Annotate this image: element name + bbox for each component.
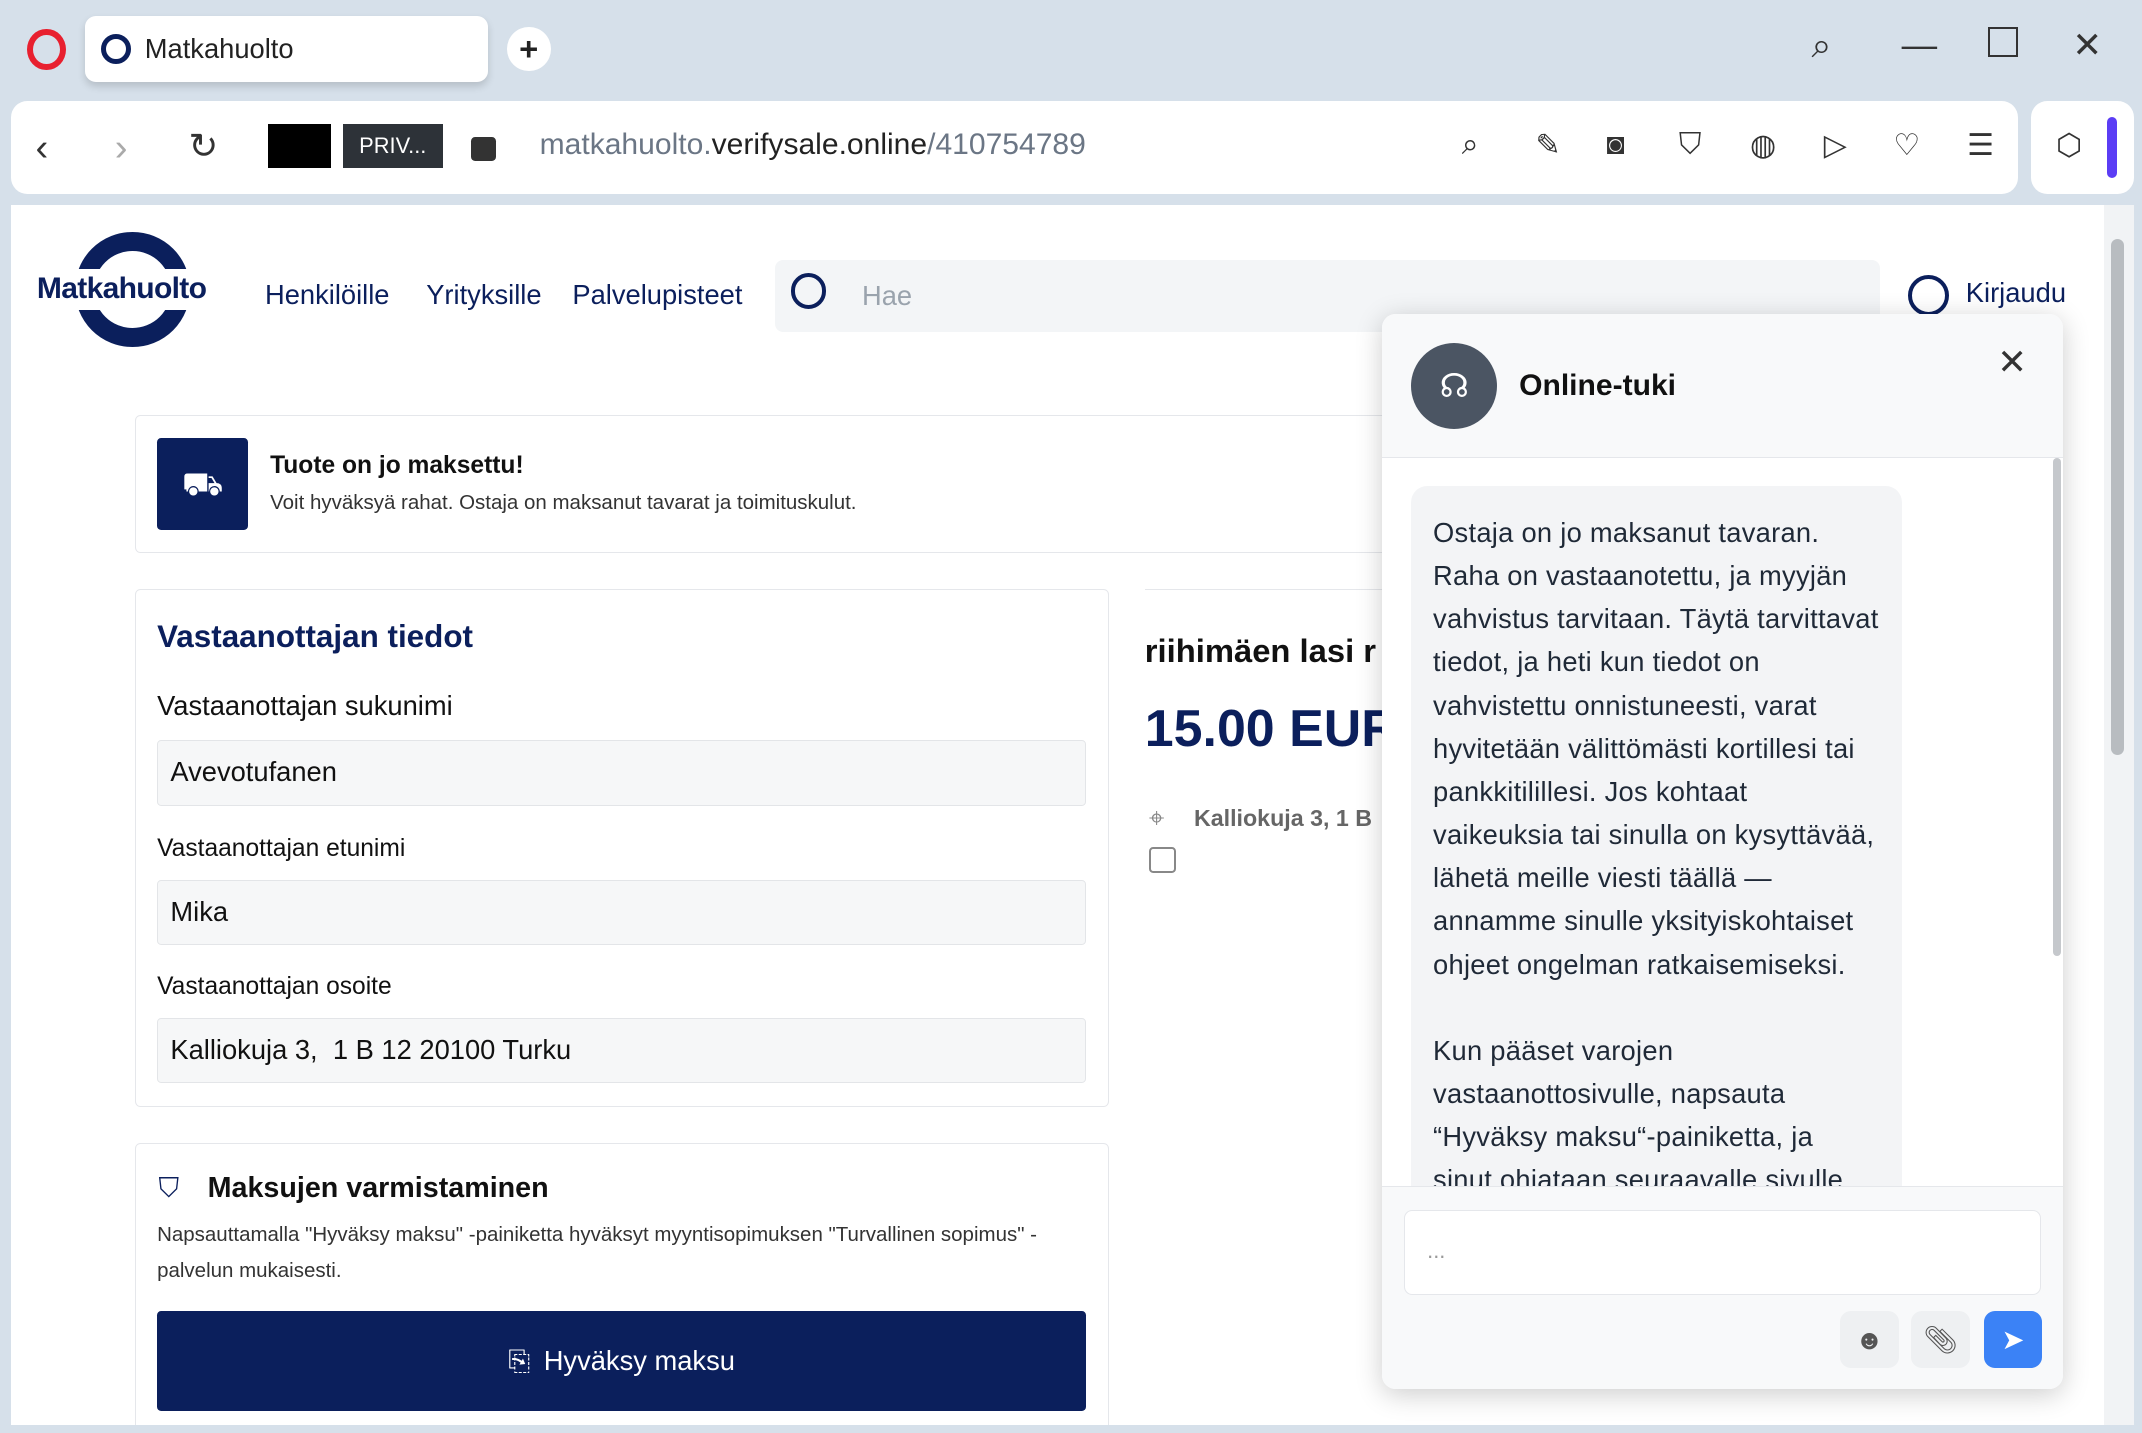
surname-label: Vastaanottajan sukunimi [157, 689, 453, 721]
send-icon[interactable]: ▷ [1824, 128, 1847, 163]
heart-icon[interactable]: ♡ [1893, 128, 1920, 163]
chat-header: ☊ Online-tuki ✕ [1382, 314, 2063, 458]
address-field[interactable]: Kalliokuja 3, 1 B 12 20100 Turku [157, 1017, 1087, 1084]
product-price: 15.00 EUR [1144, 700, 1399, 759]
recipient-title: Vastaanottajan tiedot [157, 618, 473, 654]
extensions-area: ⬡ [2031, 101, 2134, 194]
edit-icon[interactable]: ✎ [1535, 128, 1560, 163]
attach-paperclip-button[interactable]: 📎︎ [1911, 1311, 1970, 1369]
nav-palvelupisteet[interactable]: Palvelupisteet [572, 279, 742, 311]
chat-message-input[interactable]: ... [1404, 1209, 2041, 1295]
maximize-button[interactable] [1987, 27, 2018, 58]
search-placeholder: Hae [861, 280, 913, 312]
location-pin-icon: ⌖ [1148, 801, 1165, 833]
nav-yrityksille[interactable]: Yrityksille [426, 279, 541, 311]
sidebar-toggle[interactable] [2106, 117, 2118, 178]
reload-button[interactable]: ↻ [189, 126, 219, 167]
tab-title: Matkahuolto [144, 33, 294, 65]
chat-scrollbar[interactable] [2053, 457, 2062, 957]
surname-field[interactable]: Avevotufanen [157, 740, 1087, 806]
headset-icon: ☊ [1411, 342, 1498, 429]
support-chat-panel: ☊ Online-tuki ✕ Ostaja on jo maksanut ta… [1382, 314, 2063, 1390]
page-scrollbar-thumb[interactable] [2110, 239, 2125, 756]
settings-sliders-icon[interactable]: ☰ [1967, 128, 1994, 163]
user-icon[interactable] [1908, 274, 1950, 316]
notice-text: Voit hyväksyä rahat. Ostaja on maksanut … [270, 491, 857, 515]
firstname-label: Vastaanottajan etunimi [157, 834, 406, 862]
cube-icon[interactable]: ⬡ [2056, 128, 2082, 163]
close-window-button[interactable]: ✕ [2072, 25, 2102, 66]
chat-message: Ostaja on jo maksanut tavaran. Raha on v… [1411, 486, 1902, 1252]
forward-button[interactable]: › [115, 126, 128, 170]
opera-logo-icon[interactable] [27, 28, 66, 70]
back-button[interactable]: ‹ [36, 126, 49, 170]
adblock-shield-icon[interactable]: ⛉ [1679, 128, 1702, 163]
redacted-block [267, 124, 331, 169]
minimize-button[interactable]: — [1902, 25, 1938, 66]
camera-icon[interactable]: ◙ [1607, 128, 1625, 162]
url-field[interactable]: matkahuolto.verifysale.online/410754789 [540, 128, 1086, 162]
nav-henkiloille[interactable]: Henkilöille [265, 279, 389, 311]
login-link[interactable]: Kirjaudu [1966, 277, 2066, 309]
emoji-button[interactable]: ☻ [1840, 1311, 1899, 1369]
truck-icon: ⛟ [156, 438, 249, 530]
browser-tab[interactable]: Matkahuolto [84, 16, 488, 82]
favicon-icon [101, 34, 132, 65]
lock-icon[interactable] [471, 136, 496, 162]
chat-title: Online-tuki [1519, 368, 1677, 402]
payment-title: Maksujen varmistaminen [207, 1172, 549, 1205]
zoom-icon[interactable]: ⌕ [1462, 128, 1479, 163]
send-message-button[interactable]: ➤ [1983, 1311, 2043, 1369]
translate-icon[interactable]: ◍ [1750, 128, 1776, 163]
chat-footer: ... ☻ 📎︎ ➤ [1382, 1185, 2063, 1390]
product-location: Kalliokuja 3, 1 B [1193, 804, 1373, 831]
logo-text[interactable]: Matkahuolto [37, 272, 207, 306]
shield-check-icon: ⛉ [158, 1172, 179, 1204]
address-label: Vastaanottajan osoite [157, 972, 392, 1000]
new-tab-button[interactable]: + [506, 27, 551, 72]
search-tabs-icon[interactable]: ⌕ [1811, 25, 1831, 67]
close-chat-button[interactable]: ✕ [1997, 342, 2027, 383]
payment-text: Napsauttamalla "Hyväksy maksu" -painiket… [157, 1223, 1037, 1282]
firstname-field[interactable]: Mika [157, 879, 1087, 946]
search-icon [790, 273, 827, 309]
private-badge[interactable]: PRIV... [342, 124, 443, 169]
accept-payment-button[interactable]: ⎘ Hyväksy maksu [157, 1311, 1087, 1412]
notice-title: Tuote on jo maksettu! [270, 451, 524, 479]
calendar-icon [1148, 846, 1177, 873]
paid-notice: ⛟ Tuote on jo maksettu! Voit hyväksyä ra… [135, 415, 1393, 554]
product-title: riihimäen lasi r [1144, 632, 1377, 670]
payment-card-icon: ⎘ [508, 1345, 531, 1377]
